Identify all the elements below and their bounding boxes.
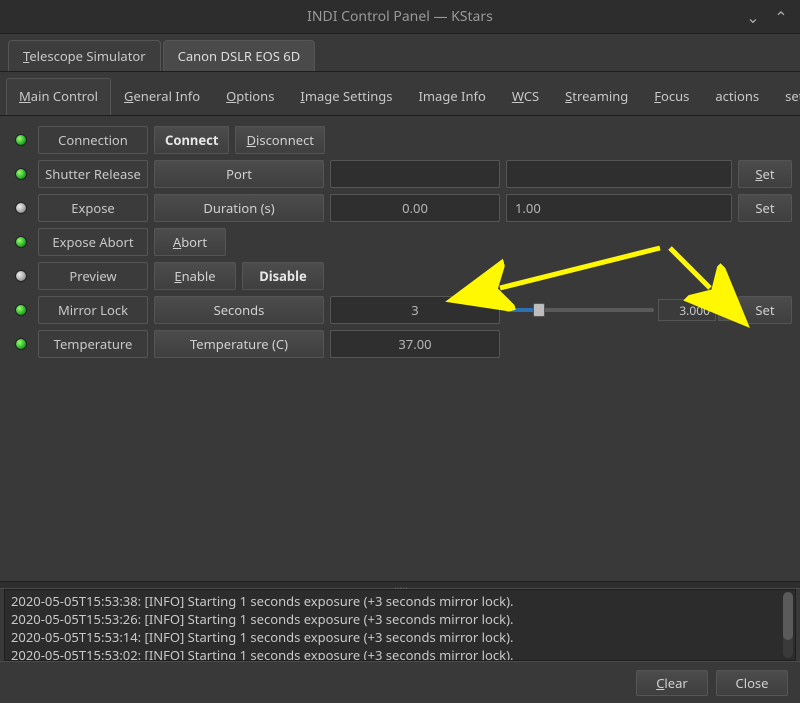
close-button[interactable]: Close (716, 670, 788, 696)
device-tabs: Telescope Simulator Canon DSLR EOS 6D (0, 34, 800, 72)
led-shutter (15, 168, 27, 180)
led-mirror (15, 304, 27, 316)
shutter-set-button[interactable]: Set (738, 160, 792, 188)
seconds-button[interactable]: Seconds (154, 296, 324, 324)
label-shutter: Shutter Release (38, 160, 148, 188)
label-expose: Expose (38, 194, 148, 222)
tab-focus[interactable]: Focus (641, 78, 702, 115)
disable-button[interactable]: Disable (242, 262, 324, 290)
mirror-spin-down[interactable]: ▼ (718, 311, 732, 321)
tab-actions[interactable]: actions (702, 78, 772, 115)
mirror-set-button[interactable]: Set (738, 296, 792, 324)
temperature-button[interactable]: Temperature (C) (154, 330, 324, 358)
expand-icon[interactable]: ⌃ (772, 6, 790, 28)
mirror-spin-up[interactable]: ▲ (718, 300, 732, 310)
duration-button[interactable]: Duration (s) (154, 194, 324, 222)
expose-set-button[interactable]: Set (738, 194, 792, 222)
tab-main-control[interactable]: Main Control (6, 78, 111, 115)
label-temp: Temperature (38, 330, 148, 358)
led-temp (15, 338, 27, 350)
duration-input[interactable]: 1.00 (506, 194, 732, 222)
clear-button[interactable]: Clear (636, 670, 708, 696)
temperature-value: 37.00 (330, 330, 500, 358)
abort-button[interactable]: Abort (154, 228, 226, 256)
label-mirror: Mirror Lock (38, 296, 148, 324)
port-button[interactable]: Port (154, 160, 324, 188)
tab-telescope-simulator[interactable]: Telescope Simulator (8, 40, 161, 71)
mirror-spin-value[interactable]: 3.000 (658, 299, 716, 321)
port-value2[interactable] (506, 160, 732, 188)
label-preview: Preview (38, 262, 148, 290)
collapse-icon[interactable]: ⌄ (744, 6, 762, 28)
window-titlebar: INDI Control Panel — KStars ⌄ ⌃ (0, 0, 800, 34)
enable-button[interactable]: Enable (154, 262, 236, 290)
log-scrollbar[interactable] (783, 592, 793, 658)
footer: Clear Close (0, 661, 800, 703)
tab-canon-dslr[interactable]: Canon DSLR EOS 6D (163, 40, 316, 71)
property-tabs: Main Control General Info Options Image … (0, 72, 800, 116)
mirror-slider[interactable] (506, 301, 654, 319)
tab-image-info[interactable]: Image Info (405, 78, 498, 115)
tab-image-settings[interactable]: Image Settings (287, 78, 405, 115)
led-preview (15, 270, 27, 282)
port-value (330, 160, 500, 188)
disconnect-button[interactable]: Disconnect (235, 126, 325, 154)
tab-streaming[interactable]: Streaming (552, 78, 641, 115)
window-title: INDI Control Panel — KStars (307, 7, 493, 26)
label-connection: Connection (38, 126, 148, 154)
log-panel[interactable]: 2020-05-05T15:53:38: [INFO] Starting 1 s… (4, 589, 796, 661)
content-area: Connection Connect Disconnect Shutter Re… (0, 116, 800, 581)
tab-settings[interactable]: settings (772, 78, 800, 115)
led-abort (15, 236, 27, 248)
log-line: 2020-05-05T15:53:14: [INFO] Starting 1 s… (11, 628, 789, 646)
connect-button[interactable]: Connect (154, 126, 229, 154)
duration-value: 0.00 (330, 194, 500, 222)
led-connection (15, 134, 27, 146)
splitter[interactable] (0, 581, 800, 589)
tab-options[interactable]: Options (213, 78, 287, 115)
mirror-value: 3 (330, 296, 500, 324)
tab-wcs[interactable]: WCS (499, 78, 552, 115)
label-abort: Expose Abort (38, 228, 148, 256)
tab-general-info[interactable]: General Info (111, 78, 213, 115)
log-line: 2020-05-05T15:53:26: [INFO] Starting 1 s… (11, 610, 789, 628)
led-expose (15, 202, 27, 214)
log-line: 2020-05-05T15:53:02: [INFO] Starting 1 s… (11, 646, 789, 661)
log-line: 2020-05-05T15:53:38: [INFO] Starting 1 s… (11, 592, 789, 610)
